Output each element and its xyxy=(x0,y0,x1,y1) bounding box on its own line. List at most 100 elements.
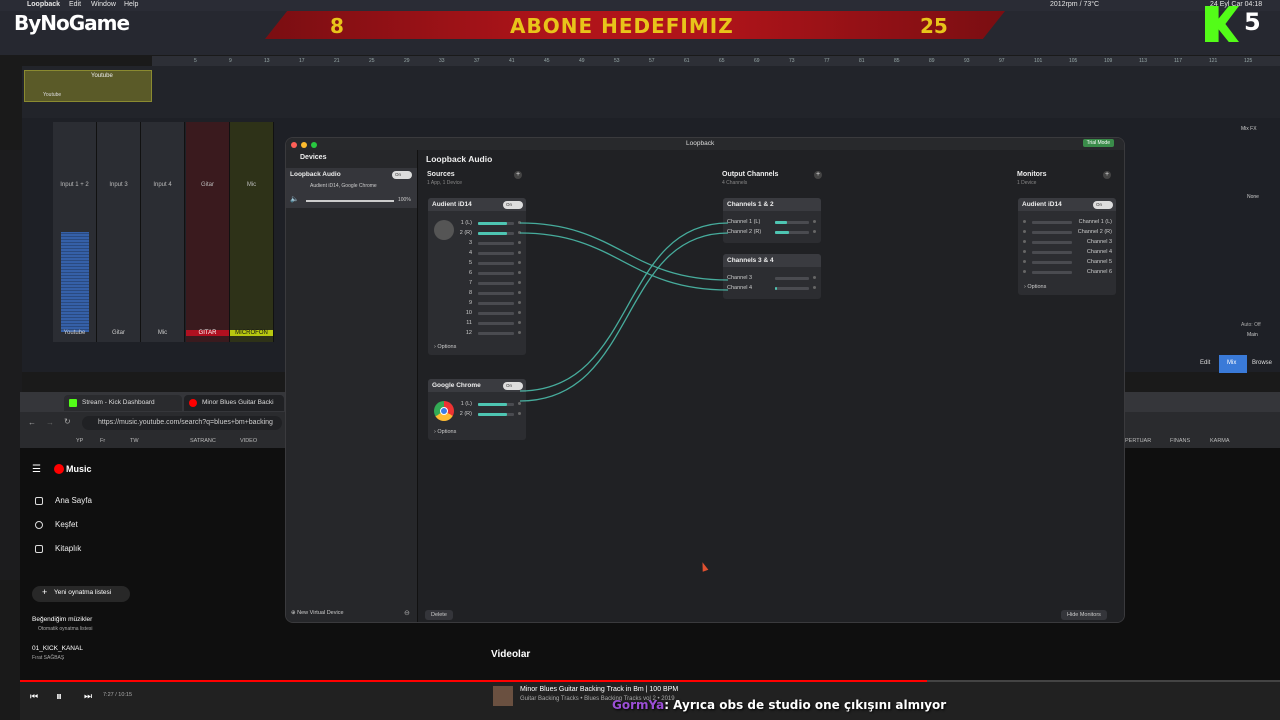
next-icon[interactable]: ⏭ xyxy=(84,691,92,702)
menu-window[interactable]: Window xyxy=(91,1,116,8)
menu-help[interactable]: Help xyxy=(124,1,138,8)
channel-strip-mic[interactable]: Input 4 Mic xyxy=(141,122,185,342)
ruler-tick: 101 xyxy=(1034,58,1043,64)
volume-slider[interactable] xyxy=(306,200,394,202)
player-time: 7:27 / 10:15 xyxy=(103,692,133,698)
ruler-tick: 73 xyxy=(789,58,795,64)
library-icon xyxy=(35,545,43,553)
channel-strip-gitar[interactable]: Input 3 Gitar xyxy=(97,122,141,342)
ruler-tick: 37 xyxy=(474,58,480,64)
right-label: Main xyxy=(1247,332,1258,338)
routing-wires xyxy=(519,222,729,402)
ruler-tick: 33 xyxy=(439,58,445,64)
track-youtube[interactable]: Youtube Youtube xyxy=(24,70,152,102)
tab-youtube-music[interactable]: Minor Blues Guitar Backi xyxy=(184,395,284,411)
close-window-icon[interactable] xyxy=(291,142,297,148)
device-toggle[interactable]: On xyxy=(392,171,412,179)
now-playing-title[interactable]: Minor Blues Guitar Backing Track in Bm |… xyxy=(520,686,678,693)
level-meter xyxy=(61,232,89,332)
channel-label: Youtube xyxy=(63,330,86,336)
menu-app[interactable]: Loopback xyxy=(27,1,60,8)
ruler-tick: 25 xyxy=(369,58,375,64)
wire xyxy=(519,222,729,281)
bus-strip-mic[interactable]: Mic MICROFON xyxy=(230,122,274,342)
ruler-tick: 5 xyxy=(194,58,197,64)
delete-button[interactable]: Delete xyxy=(425,610,453,620)
device-sources: Audient iD14, Google Chrome xyxy=(310,183,377,189)
bookmark-item[interactable]: Fr xyxy=(100,438,105,444)
devices-header: Devices xyxy=(300,154,327,161)
track-name: Youtube xyxy=(91,73,113,79)
new-virtual-device-button[interactable]: ⊕ New Virtual Device xyxy=(291,610,344,616)
tab-browse[interactable]: Browse xyxy=(1247,355,1280,373)
ruler-tick: 13 xyxy=(264,58,270,64)
bus-name: Mic xyxy=(246,182,257,188)
back-icon[interactable]: ← xyxy=(28,418,36,427)
zoom-window-icon[interactable] xyxy=(311,142,317,148)
bookmark-item[interactable]: KARMA xyxy=(1210,438,1230,444)
forward-icon[interactable]: → xyxy=(46,418,54,427)
ytm-logo-text[interactable]: Music xyxy=(66,464,92,474)
ruler-tick: 121 xyxy=(1209,58,1218,64)
nav-home[interactable]: Ana Sayfa xyxy=(55,496,92,505)
ruler-tick: 49 xyxy=(579,58,585,64)
plus-icon: + xyxy=(42,587,48,597)
channel-label: Gitar xyxy=(111,330,125,336)
playlist-liked-title[interactable]: Beğendiğim müzikler xyxy=(32,616,92,623)
loopback-title: Loopback xyxy=(686,140,715,147)
bookmark-item[interactable]: FINANS xyxy=(1170,438,1190,444)
address-bar[interactable]: https://music.youtube.com/search?q=blues… xyxy=(82,416,282,430)
pause-icon[interactable]: ⏸ xyxy=(56,689,62,704)
new-device-label: New Virtual Device xyxy=(297,610,344,616)
ruler-tick: 117 xyxy=(1174,58,1182,64)
tab-edit[interactable]: Edit xyxy=(1195,355,1219,373)
trial-mode-badge[interactable]: Trial Mode xyxy=(1082,139,1114,147)
tab-mix[interactable]: Mix xyxy=(1219,355,1247,373)
hide-monitors-button[interactable]: Hide Monitors xyxy=(1061,610,1107,620)
ruler-tick: 41 xyxy=(509,58,515,64)
channel-strip-youtube[interactable]: Input 1 + 2 Youtube xyxy=(53,122,97,342)
menu-status-temp: 2012rpm / 73°C xyxy=(1050,1,1100,8)
bus-label: GITAR xyxy=(186,330,229,336)
menu-edit[interactable]: Edit xyxy=(69,1,81,8)
mixer-right-panel: Mix FX None Auto: Off Main xyxy=(1125,118,1280,372)
ruler-tick: 65 xyxy=(719,58,725,64)
previous-icon[interactable]: ⏮ xyxy=(30,691,38,702)
playlist-kick-sub: Fırat SAĞBAŞ xyxy=(32,655,65,661)
ruler-tick: 9 xyxy=(229,58,232,64)
wire xyxy=(519,222,729,392)
playlist-kick-title[interactable]: 01_KICK_KANAL xyxy=(32,645,83,652)
bookmark-item[interactable]: TW xyxy=(130,438,139,444)
home-icon xyxy=(35,497,43,505)
timeline-ruler: 5 9 13 17 21 25 29 33 37 41 45 49 53 57 61 65 69 73 77 81 85… xyxy=(152,56,1280,66)
remove-device-icon[interactable]: ⊖ xyxy=(404,609,410,617)
device-loopback-audio[interactable]: Loopback Audio On Audient iD14, Google C… xyxy=(286,168,417,208)
right-label: Auto: Off xyxy=(1241,322,1261,328)
loopback-window: Loopback Trial Mode Devices Loopback Aud… xyxy=(285,137,1125,623)
ruler-tick: 81 xyxy=(859,58,865,64)
nav-library[interactable]: Kitaplık xyxy=(55,544,81,553)
ruler-tick: 109 xyxy=(1104,58,1113,64)
chat-user: GormYa xyxy=(612,698,665,712)
bookmark-item[interactable]: YP xyxy=(76,438,83,444)
right-label: None xyxy=(1247,194,1259,200)
bookmark-item[interactable]: VIDEO xyxy=(240,438,257,444)
loopback-main: Loopback Audio Sources 1 App, 1 Device +… xyxy=(418,150,1124,622)
chat-message: : Ayrıca obs de studio one çıkışını almı… xyxy=(664,698,947,712)
ruler-tick: 29 xyxy=(404,58,410,64)
new-playlist-button[interactable]: + Yeni oynatma listesi xyxy=(32,586,130,602)
new-playlist-label: Yeni oynatma listesi xyxy=(54,589,112,596)
bus-strip-gitar[interactable]: Gitar GITAR xyxy=(186,122,230,342)
nav-explore[interactable]: Keşfet xyxy=(55,520,78,529)
reload-icon[interactable]: ↻ xyxy=(64,417,71,426)
banner-target: 25 xyxy=(920,14,948,38)
ruler-tick: 17 xyxy=(299,58,305,64)
bookmark-item[interactable]: SATRANC xyxy=(190,438,216,444)
explore-icon xyxy=(35,521,43,529)
minimize-window-icon[interactable] xyxy=(301,142,307,148)
mac-dock xyxy=(0,150,22,580)
hamburger-menu-icon[interactable]: ☰ xyxy=(32,464,41,475)
bookmark-item[interactable]: PERTUAR xyxy=(1125,438,1151,444)
volume-value: 100% xyxy=(398,197,411,203)
tab-kick-dashboard[interactable]: Stream - Kick Dashboard xyxy=(64,395,182,411)
